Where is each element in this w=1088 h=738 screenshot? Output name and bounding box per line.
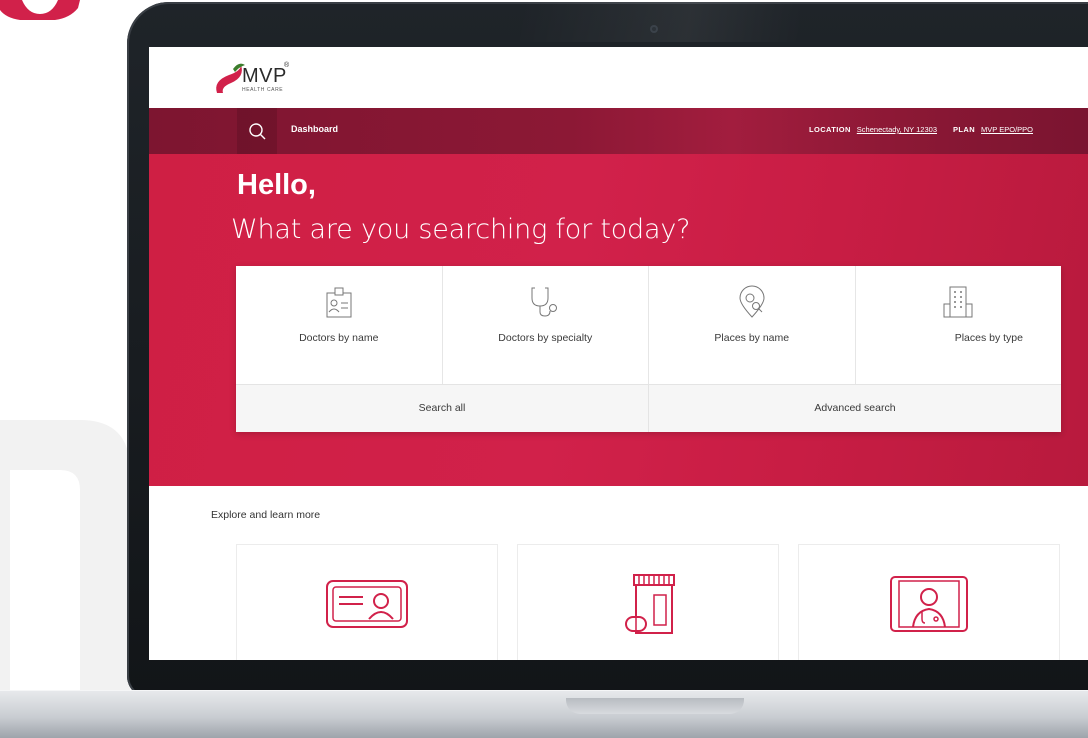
logo-subtitle: HEALTH CARE [242,87,284,93]
location-search-icon [739,285,765,318]
bezel-glare [520,2,800,42]
laptop-opening-notch [566,698,744,714]
explore-card-member-id[interactable] [236,544,498,660]
nav-context: LOCATION Schenectady, NY 12303 PLAN MVP … [809,125,1043,134]
logo-name: MVP [242,65,287,87]
app-screen: MVP ® HEALTH CARE Dashboard LOCATION Sch… [149,47,1088,660]
stethoscope-icon [531,287,558,317]
hero-section: Hello, What are you searching for today? [149,154,1088,486]
location-label: LOCATION [808,125,851,134]
logo-registered-mark: ® [284,62,290,69]
tile-doctors-by-name[interactable]: Doctors by name [236,266,443,384]
webcam-icon [650,25,658,33]
hero-question: What are you searching for today? [231,214,691,245]
tile-places-by-name[interactable]: Places by name [649,266,856,384]
site-header: MVP ® HEALTH CARE [149,47,1088,108]
decorative-red-mark [0,0,80,20]
advanced-search-button[interactable]: Advanced search [649,385,1061,432]
marketing-stage: MVP ® HEALTH CARE Dashboard LOCATION Sch… [0,0,1088,738]
search-tiles: Doctors by name Doctors by specialty Pla… [236,266,1061,384]
member-id-card-icon [326,580,408,628]
tile-places-by-type[interactable]: Places by type [856,266,1062,384]
hero-greeting: Hello, [237,169,316,201]
explore-cards [236,544,1066,660]
search-all-button[interactable]: Search all [236,385,649,432]
telehealth-doctor-icon [890,576,968,632]
tile-label: Places by type [954,332,1023,344]
location-link[interactable]: Schenectady, NY 12303 [857,125,937,134]
plan-label: PLAN [953,125,976,134]
prescription-bottle-icon [625,574,675,634]
explore-card-telehealth[interactable] [798,544,1060,660]
explore-heading: Explore and learn more [211,509,321,521]
tile-doctors-by-specialty[interactable]: Doctors by specialty [443,266,649,384]
tile-label: Doctors by name [299,332,379,344]
search-actions: Search all Advanced search [236,384,1061,432]
tile-label: Doctors by specialty [498,332,593,344]
tile-label: Places by name [714,332,790,344]
id-badge-icon [326,287,352,318]
nav-dashboard-link[interactable]: Dashboard [291,124,338,134]
building-icon [943,286,973,318]
laptop-base [0,690,1088,738]
search-icon [249,123,266,140]
nav-bar: Dashboard LOCATION Schenectady, NY 12303… [149,108,1088,154]
search-button[interactable] [237,108,277,154]
search-panel: Doctors by name Doctors by specialty Pla… [236,266,1061,432]
explore-card-prescriptions[interactable] [517,544,779,660]
plan-link[interactable]: MVP EPO/PPO [981,125,1033,134]
